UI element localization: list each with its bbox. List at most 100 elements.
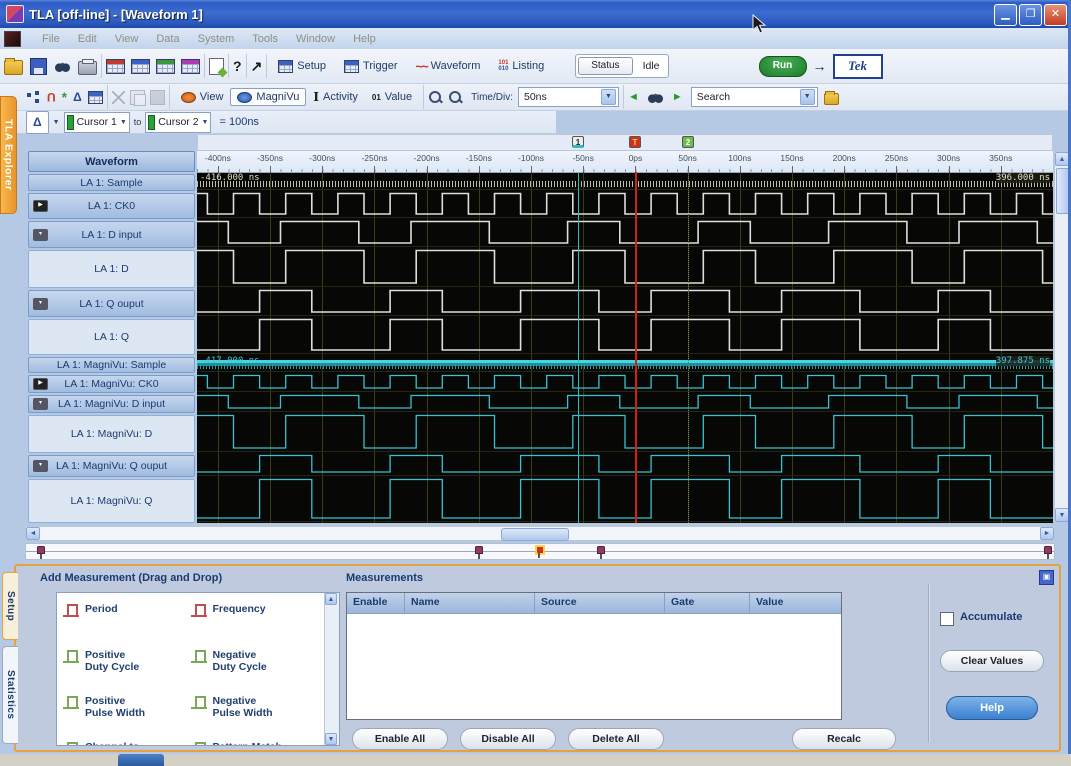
measurement-item-positive[interactable]: PositiveDuty Cycle: [63, 645, 191, 691]
paste-icon[interactable]: [150, 90, 165, 105]
restore-button[interactable]: ❐: [1019, 4, 1042, 26]
waveform-window-icon[interactable]: [156, 59, 175, 74]
marker-cursor2[interactable]: 2: [682, 136, 694, 148]
trigger-line[interactable]: [635, 172, 637, 523]
palette-scrollbar[interactable]: ▲ ▼: [324, 593, 339, 745]
find-icon[interactable]: [54, 59, 71, 74]
marker-trigger[interactable]: T: [629, 136, 641, 148]
enable-all-button[interactable]: Enable All: [352, 728, 448, 750]
magnet-icon[interactable]: U: [47, 90, 56, 104]
column-header-gate[interactable]: Gate: [665, 593, 750, 613]
accumulate-checkbox[interactable]: [940, 612, 954, 626]
column-header-enable[interactable]: Enable: [347, 593, 405, 613]
magnivu-button[interactable]: MagniVu: [230, 88, 306, 106]
search-options-icon[interactable]: [824, 93, 839, 105]
menu-data[interactable]: Data: [156, 33, 179, 45]
menu-tools[interactable]: Tools: [252, 33, 278, 45]
channel-label-mag-d[interactable]: LA 1: MagniVu: D: [28, 415, 195, 453]
recalc-button[interactable]: Recalc: [792, 728, 896, 750]
channel-label-ck0[interactable]: ▶LA 1: CK0: [28, 193, 195, 219]
search-dropdown[interactable]: Search▼: [691, 87, 818, 107]
measurement-item-pattern-match[interactable]: Pattern Match: [191, 737, 319, 746]
help-button[interactable]: Help: [946, 696, 1038, 720]
menu-view[interactable]: View: [115, 33, 139, 45]
measurement-palette[interactable]: PeriodFrequencyPositiveDuty CycleNegativ…: [56, 592, 340, 746]
menu-edit[interactable]: Edit: [78, 33, 97, 45]
overview-flag-cursor[interactable]: [1044, 546, 1052, 554]
minimize-button[interactable]: ▁: [994, 4, 1017, 26]
delete-all-button[interactable]: Delete All: [568, 728, 664, 750]
palette-scroll-up-icon[interactable]: ▲: [325, 593, 337, 605]
close-button[interactable]: ✕: [1044, 4, 1067, 26]
measurement-item-frequency[interactable]: Frequency: [191, 599, 319, 645]
activity-button[interactable]: I Activity: [306, 87, 364, 107]
snap-icon[interactable]: *: [62, 89, 67, 105]
save-icon[interactable]: [30, 58, 47, 75]
run-button[interactable]: Run: [759, 56, 807, 77]
horizontal-scrollbar[interactable]: ◄ ►: [25, 526, 1055, 541]
measurement-item-positive[interactable]: PositivePulse Width: [63, 691, 191, 737]
channel-label-mag-q-ouput[interactable]: ▾LA 1: MagniVu: Q ouput: [28, 455, 195, 477]
menu-help[interactable]: Help: [353, 33, 376, 45]
channel-label-mag-q[interactable]: LA 1: MagniVu: Q: [28, 479, 195, 523]
cursor1-dropdown[interactable]: Cursor 1 ▼: [64, 112, 130, 133]
channel-label-mag-ck0[interactable]: ▶LA 1: MagniVu: CK0: [28, 375, 195, 393]
measurement-item-negative[interactable]: NegativeDuty Cycle: [191, 645, 319, 691]
scroll-left-icon[interactable]: ◄: [26, 527, 40, 540]
print-icon[interactable]: [78, 61, 97, 75]
copy-icon[interactable]: [130, 90, 145, 105]
zoom-out-icon[interactable]: [428, 90, 443, 105]
overview-flag-cursor[interactable]: [475, 546, 483, 554]
waveform-display-area[interactable]: -400ns-350ns-300ns-250ns-200ns-150ns-100…: [197, 151, 1053, 523]
horizontal-scroll-thumb[interactable]: [501, 528, 569, 541]
palette-scroll-down-icon[interactable]: ▼: [325, 733, 337, 745]
view-button[interactable]: View: [174, 88, 231, 106]
timediv-dropdown[interactable]: 50ns▼: [518, 87, 619, 107]
measurement-item-period[interactable]: Period: [63, 599, 191, 645]
channel-label-sample[interactable]: LA 1: Sample: [28, 174, 195, 191]
tab-statistics[interactable]: Statistics: [2, 646, 18, 744]
listing-view-button[interactable]: 101010Listing: [491, 57, 551, 75]
delta-dropdown-arrow[interactable]: ▼: [53, 119, 60, 126]
new-data-window-icon[interactable]: [209, 58, 224, 75]
panel-collapse-icon[interactable]: ▣: [1039, 570, 1054, 585]
value-button[interactable]: 01 Value: [365, 88, 419, 106]
properties-icon[interactable]: [88, 91, 103, 104]
listing-window-icon[interactable]: [131, 59, 150, 74]
scroll-right-icon[interactable]: ►: [1040, 527, 1054, 540]
search-binoculars-icon[interactable]: [647, 90, 664, 105]
waveform-column-header[interactable]: Waveform: [28, 151, 195, 172]
cut-icon[interactable]: [112, 91, 125, 104]
menu-system[interactable]: System: [198, 33, 235, 45]
marker-overview-bar[interactable]: [25, 543, 1055, 560]
setup-window-icon[interactable]: [106, 59, 125, 74]
open-file-icon[interactable]: [4, 60, 23, 75]
delta-time-icon[interactable]: Δ: [73, 90, 82, 104]
status-button[interactable]: Status: [578, 57, 632, 75]
overview-flag-trigger[interactable]: [535, 545, 545, 555]
tab-setup[interactable]: Setup: [2, 572, 18, 640]
scroll-down-icon[interactable]: ▼: [1055, 508, 1069, 522]
help-icon[interactable]: ?: [233, 58, 242, 74]
marker-cursor1[interactable]: 1: [572, 136, 584, 148]
run-arrow-icon[interactable]: ↗: [251, 58, 263, 75]
search-next-icon[interactable]: ►: [672, 91, 683, 103]
channel-label-q[interactable]: LA 1: Q: [28, 319, 195, 355]
column-header-name[interactable]: Name: [405, 593, 535, 613]
overview-flag-cursor[interactable]: [597, 546, 605, 554]
clear-values-button[interactable]: Clear Values: [940, 650, 1044, 672]
channel-label-d[interactable]: LA 1: D: [28, 250, 195, 288]
channel-label-q-ouput[interactable]: ▾LA 1: Q ouput: [28, 290, 195, 317]
cursor-2-line[interactable]: [688, 172, 689, 523]
disable-all-button[interactable]: Disable All: [460, 728, 556, 750]
cursor2-dropdown[interactable]: Cursor 2 ▼: [145, 112, 211, 133]
scroll-up-icon[interactable]: ▲: [1055, 152, 1069, 166]
measurement-item-channel-to[interactable]: Channel toChannel Delay: [63, 737, 191, 746]
setup-view-button[interactable]: Setup: [271, 57, 333, 76]
trigger-view-button[interactable]: Trigger: [337, 57, 404, 76]
explorer-tree-icon[interactable]: [26, 91, 41, 104]
delta-measure-button[interactable]: Δ: [26, 111, 49, 134]
column-header-value[interactable]: Value: [750, 593, 841, 613]
source-window-icon[interactable]: [181, 59, 200, 74]
measurement-item-negative[interactable]: NegativePulse Width: [191, 691, 319, 737]
